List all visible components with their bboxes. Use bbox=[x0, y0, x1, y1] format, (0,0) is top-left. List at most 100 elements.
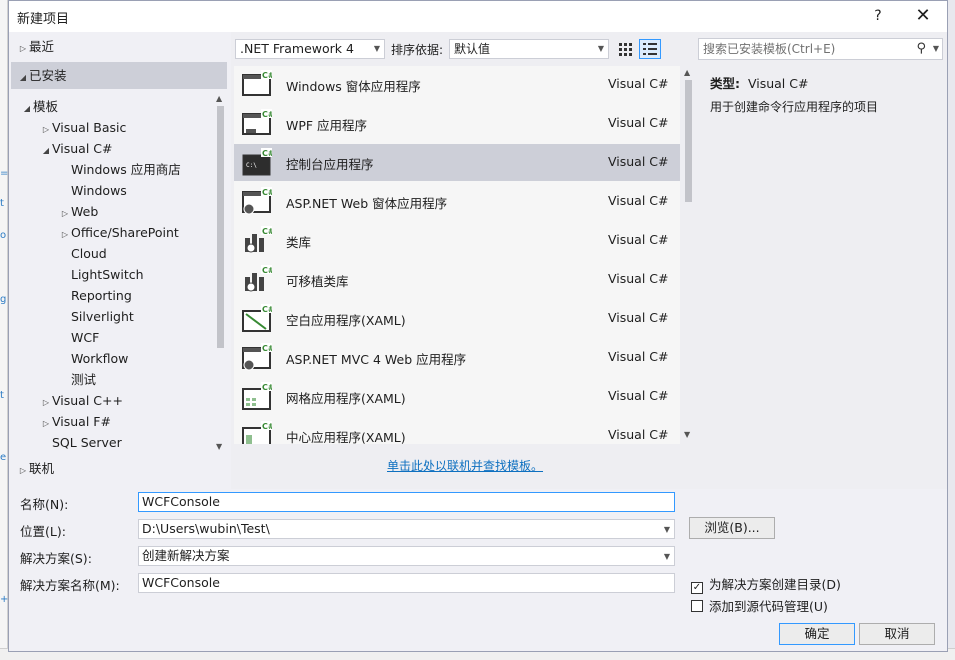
svg-text:C#: C# bbox=[262, 422, 272, 431]
find-templates-online-link[interactable]: 单击此处以联机并查找模板。 bbox=[387, 457, 543, 474]
template-type: 类型: Visual C# bbox=[710, 73, 808, 92]
tree-item[interactable]: Windows 应用商店 bbox=[59, 159, 181, 180]
project-settings-form: 名称(N): WCFConsole 位置(L): D:\Users\wubin\… bbox=[9, 489, 947, 651]
tree-item[interactable]: WCF bbox=[59, 327, 99, 348]
add-source-control-checkbox[interactable]: 添加到源代码管理(U) bbox=[691, 596, 828, 615]
type-value: Visual C# bbox=[747, 76, 809, 91]
template-item[interactable]: C# 类库 Visual C# bbox=[234, 222, 680, 259]
expand-arrow-icon[interactable]: ▷ bbox=[59, 203, 71, 224]
template-item[interactable]: C# WPF 应用程序 Visual C# bbox=[234, 105, 680, 142]
dropdown-arrow-icon: ▼ bbox=[663, 552, 670, 561]
tree-item-online[interactable]: ▷ 联机 bbox=[17, 458, 54, 479]
template-item[interactable]: C# 网格应用程序(XAML) Visual C# bbox=[234, 378, 680, 415]
scroll-up-icon[interactable]: ▲ bbox=[216, 94, 222, 103]
framework-select[interactable]: .NET Framework 4 ▼ bbox=[235, 39, 385, 59]
template-name: 类库 bbox=[286, 235, 312, 250]
tree-item[interactable]: ▷ Visual Basic bbox=[40, 117, 126, 138]
solution-name-value: WCFConsole bbox=[142, 575, 220, 590]
expand-arrow-icon[interactable]: ▷ bbox=[40, 119, 52, 140]
location-field[interactable]: D:\Users\wubin\Test\ ▼ bbox=[138, 519, 675, 539]
scroll-up-icon[interactable]: ▲ bbox=[684, 68, 690, 77]
tree-item-label: 模板 bbox=[33, 99, 59, 114]
expand-arrow-icon[interactable]: ▷ bbox=[40, 392, 52, 413]
tree-item-recent[interactable]: ▷ 最近 bbox=[17, 36, 54, 57]
template-list: C# Windows 窗体应用程序 Visual C# C# WPF 应用程序 Visua… bbox=[234, 66, 680, 444]
template-language: Visual C# bbox=[608, 310, 669, 325]
help-button[interactable]: ? bbox=[863, 5, 893, 27]
template-item[interactable]: C# 中心应用程序(XAML) Visual C# bbox=[234, 417, 680, 444]
scroll-down-icon[interactable]: ▼ bbox=[216, 442, 222, 451]
portable-library-icon: C# bbox=[242, 265, 275, 293]
template-item[interactable]: C# ASP.NET MVC 4 Web 应用程序 Visual C# bbox=[234, 339, 680, 376]
tree-item[interactable]: SQL Server bbox=[40, 432, 122, 453]
collapse-arrow-icon[interactable]: ◢ bbox=[21, 98, 33, 119]
create-directory-checkbox[interactable]: ✓ 为解决方案创建目录(D) bbox=[691, 574, 841, 594]
type-label: 类型: bbox=[710, 76, 740, 91]
search-icon[interactable]: ⚲ bbox=[916, 39, 926, 59]
template-item[interactable]: C:\ C# 控制台应用程序 Visual C# bbox=[234, 144, 680, 181]
template-language: Visual C# bbox=[608, 349, 669, 364]
expand-arrow-icon[interactable]: ▷ bbox=[17, 460, 29, 481]
template-category-panel: ▷ 最近 ◢ 已安装 ◢ 模板 ▷ Visual Basic ◢ Visual C# Windo… bbox=[9, 32, 231, 489]
scrollbar-thumb[interactable] bbox=[217, 106, 224, 348]
close-button[interactable]: ✕ bbox=[907, 5, 939, 27]
grid-view-button[interactable] bbox=[615, 39, 635, 59]
class-library-icon: C# bbox=[242, 226, 275, 254]
tree-item[interactable]: 测试 bbox=[59, 369, 96, 390]
svg-text:C#: C# bbox=[262, 344, 272, 353]
collapse-arrow-icon[interactable]: ◢ bbox=[17, 67, 29, 88]
expand-arrow-icon[interactable]: ▷ bbox=[17, 38, 29, 59]
tree-item-label: SQL Server bbox=[52, 435, 122, 450]
template-item[interactable]: C# 空白应用程序(XAML) Visual C# bbox=[234, 300, 680, 337]
tree-item[interactable]: LightSwitch bbox=[59, 264, 144, 285]
collapse-arrow-icon[interactable]: ◢ bbox=[40, 140, 52, 161]
search-dropdown-icon[interactable]: ▼ bbox=[933, 39, 939, 59]
tree-item-label: 已安装 bbox=[29, 68, 67, 83]
checkbox-box[interactable]: ✓ bbox=[691, 582, 703, 594]
tree-item[interactable]: ▷ Office/SharePoint bbox=[59, 222, 179, 243]
grid-app-icon: C# bbox=[242, 382, 275, 410]
console-icon: C:\ C# bbox=[242, 148, 275, 176]
tree-item-label: Silverlight bbox=[71, 309, 134, 324]
tree-item[interactable]: ▷ Visual F# bbox=[40, 411, 111, 432]
tree-item[interactable]: Cloud bbox=[59, 243, 107, 264]
svg-text:C#: C# bbox=[262, 71, 272, 80]
tree-item[interactable]: Silverlight bbox=[59, 306, 134, 327]
expand-arrow-icon[interactable]: ▷ bbox=[40, 413, 52, 434]
template-name: 控制台应用程序 bbox=[286, 157, 374, 172]
cancel-button[interactable]: 取消 bbox=[859, 623, 935, 645]
template-name: ASP.NET MVC 4 Web 应用程序 bbox=[286, 352, 467, 367]
solution-select[interactable]: 创建新解决方案 ▼ bbox=[138, 546, 675, 566]
scrollbar-thumb[interactable] bbox=[685, 80, 692, 202]
svg-text:C#: C# bbox=[262, 266, 272, 275]
project-name-field[interactable]: WCFConsole bbox=[138, 492, 675, 512]
template-tree: ◢ 模板 ▷ Visual Basic ◢ Visual C# Windows 应用商店 Wi… bbox=[9, 92, 214, 484]
solution-name-field[interactable]: WCFConsole bbox=[138, 573, 675, 593]
list-view-button[interactable] bbox=[639, 39, 661, 59]
template-item[interactable]: C# 可移植类库 Visual C# bbox=[234, 261, 680, 298]
tree-item[interactable]: ▷ Web bbox=[59, 201, 98, 222]
tree-item[interactable]: Workflow bbox=[59, 348, 128, 369]
scroll-down-icon[interactable]: ▼ bbox=[684, 430, 690, 439]
template-item[interactable]: C# ASP.NET Web 窗体应用程序 Visual C# bbox=[234, 183, 680, 220]
template-language: Visual C# bbox=[608, 427, 669, 442]
ok-button[interactable]: 确定 bbox=[779, 623, 855, 645]
tree-item-installed[interactable]: ◢ 已安装 bbox=[17, 65, 67, 86]
tree-item[interactable]: ▷ Visual C++ bbox=[40, 390, 123, 411]
tree-item[interactable]: Reporting bbox=[59, 285, 132, 306]
checkbox-box[interactable] bbox=[691, 600, 703, 612]
tree-scrollbar[interactable]: ▲ ▼ bbox=[214, 92, 227, 454]
expand-arrow-icon[interactable]: ▷ bbox=[59, 224, 71, 245]
sort-select[interactable]: 默认值 ▼ bbox=[449, 39, 609, 59]
tree-item[interactable]: Windows bbox=[59, 180, 127, 201]
tree-item-label: Visual Basic bbox=[52, 120, 127, 135]
new-project-dialog: 新建项目 ? ✕ ▷ 最近 ◢ 已安装 ◢ 模板 ▷ Visual Basic ◢ Visua… bbox=[8, 0, 948, 652]
tree-item[interactable]: ◢ 模板 bbox=[21, 96, 58, 117]
template-item[interactable]: C# Windows 窗体应用程序 Visual C# bbox=[234, 66, 680, 103]
tree-item-label: Visual F# bbox=[52, 414, 111, 429]
tree-item[interactable]: ◢ Visual C# bbox=[40, 138, 113, 159]
browse-button[interactable]: 浏览(B)... bbox=[689, 517, 775, 539]
template-list-scrollbar[interactable]: ▲ ▼ bbox=[682, 66, 695, 444]
dropdown-arrow-icon[interactable]: ▼ bbox=[664, 521, 670, 539]
search-input[interactable]: 搜索已安装模板(Ctrl+E) ⚲ ▼ bbox=[698, 38, 943, 60]
